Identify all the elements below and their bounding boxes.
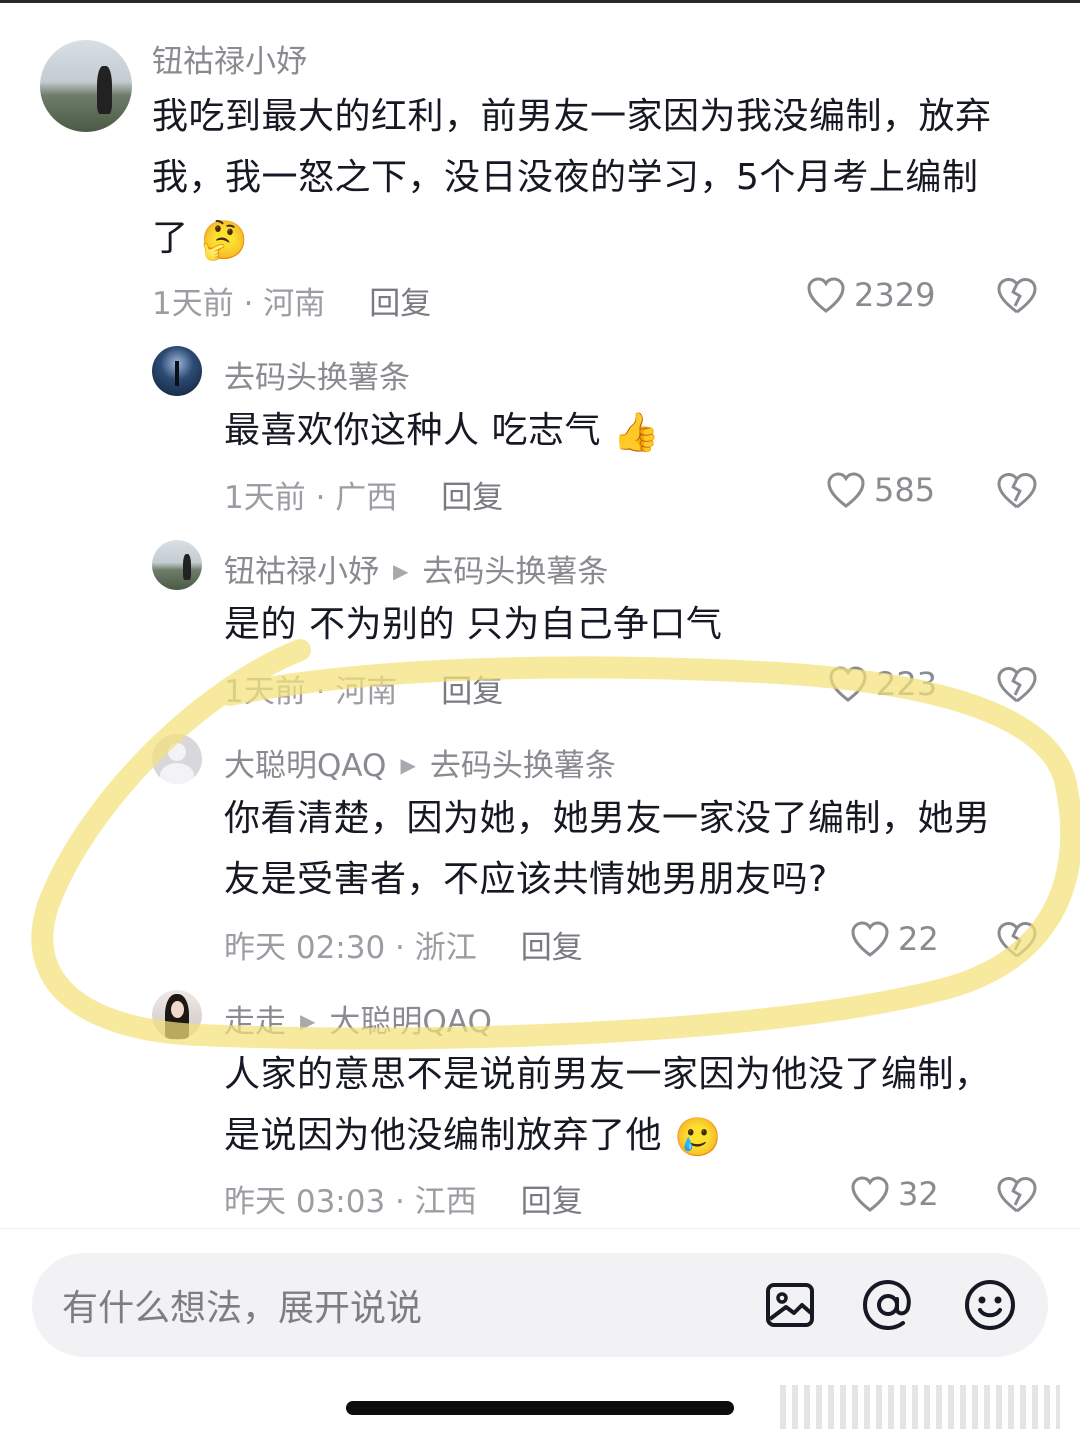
comment-meta: 昨天 03:03 · 江西 回复: [224, 1184, 583, 1220]
comment-input-bar: 有什么想法，展开说说: [0, 1228, 1080, 1441]
like-count: 223: [876, 665, 938, 703]
thumbs-up-emoji: 👍: [612, 409, 661, 454]
smile-tear-emoji: 🥲: [673, 1114, 722, 1159]
avatar[interactable]: [152, 734, 202, 784]
comment-username: 大聪明QAQ ▶ 去码头换薯条: [224, 740, 616, 785]
comment-meta: 1天前 · 广西 回复: [224, 480, 504, 516]
comment-location: 广西: [335, 480, 398, 516]
thinking-emoji: 🤔: [200, 217, 249, 262]
comment-time: 1天前: [224, 480, 306, 516]
comment-meta: 1天前 · 河南 回复: [224, 674, 504, 710]
reply-author[interactable]: 大聪明QAQ: [224, 748, 386, 784]
reply-author[interactable]: 钮祜禄小妤: [224, 554, 379, 590]
comment-meta: 1天前 · 河南 回复: [152, 286, 432, 322]
heart-icon: [851, 921, 889, 957]
comment-location: 浙江: [414, 930, 477, 966]
reply-arrow-icon: ▶: [393, 558, 409, 583]
comment-line: 人家的意思不是说前男友一家因为他没了编制，: [224, 1054, 991, 1095]
comment-line: 是说因为他没编制放弃了他 🥲: [224, 1105, 1044, 1168]
like-button[interactable]: 585: [826, 471, 935, 509]
broken-heart-icon[interactable]: [996, 471, 1038, 511]
reply-button[interactable]: 回复: [369, 286, 431, 322]
at-mention-icon[interactable]: [858, 1275, 918, 1335]
comment-line: 我，我一怒之下，没日没夜的学习，5个月考上编制: [152, 157, 979, 198]
comment-time: 1天前: [224, 674, 306, 710]
comment-username: 走走 ▶ 大聪明QAQ: [224, 996, 492, 1041]
like-button[interactable]: 32: [850, 1175, 939, 1213]
comment-input[interactable]: 有什么想法，展开说说: [32, 1253, 1048, 1357]
like-button[interactable]: 2329: [806, 276, 935, 314]
avatar[interactable]: [152, 540, 202, 590]
image-icon[interactable]: [760, 1275, 820, 1335]
reply-target[interactable]: 大聪明QAQ: [329, 1004, 491, 1040]
comment-text: 你看清楚，因为她，她男友一家没了编制，她男 友是受害者，不应该共情她男朋友吗?: [224, 788, 1044, 910]
avatar[interactable]: [152, 346, 202, 396]
like-button[interactable]: 223: [828, 665, 937, 703]
like-count: 22: [898, 920, 939, 958]
comment-line: 友是受害者，不应该共情她男朋友吗?: [224, 859, 828, 900]
broken-heart-icon[interactable]: [996, 920, 1038, 960]
broken-heart-icon[interactable]: [996, 276, 1038, 316]
avatar[interactable]: [152, 990, 202, 1040]
comment-meta: 昨天 02:30 · 浙江 回复: [224, 930, 583, 966]
comment-username[interactable]: 去码头换薯条: [224, 352, 410, 397]
like-count: 585: [874, 471, 936, 509]
comment-line: 是的 不为别的 只为自己争口气: [224, 604, 723, 645]
smiley-icon[interactable]: [960, 1275, 1020, 1335]
reply-button[interactable]: 回复: [521, 930, 583, 966]
comment-time: 昨天 02:30: [224, 930, 386, 966]
comment-time: 昨天 03:03: [224, 1184, 386, 1220]
comment-location: 河南: [335, 674, 398, 710]
watermark: [780, 1385, 1060, 1429]
comment-time: 1天前: [152, 286, 234, 322]
comment-text: 最喜欢你这种人 吃志气 👍: [224, 400, 1044, 463]
reply-target[interactable]: 去码头换薯条: [430, 748, 616, 784]
like-count: 32: [898, 1175, 939, 1213]
like-button[interactable]: 22: [850, 920, 939, 958]
reply-button[interactable]: 回复: [441, 480, 503, 516]
comment-text: 我吃到最大的红利，前男友一家因为我没编制，放弃 我，我一怒之下，没日没夜的学习，…: [152, 86, 1042, 271]
reply-button[interactable]: 回复: [521, 1184, 583, 1220]
comment-line: 了 🤔: [152, 208, 1042, 271]
comment-location: 江西: [414, 1184, 477, 1220]
comment-location: 河南: [263, 286, 326, 322]
reply-arrow-icon: ▶: [400, 752, 416, 777]
broken-heart-icon[interactable]: [996, 1175, 1038, 1215]
reply-author[interactable]: 走走: [224, 1004, 286, 1040]
like-count: 2329: [854, 276, 936, 314]
reply-target[interactable]: 去码头换薯条: [422, 554, 608, 590]
heart-icon: [851, 1176, 889, 1212]
reply-button[interactable]: 回复: [441, 674, 503, 710]
comment-line: 你看清楚，因为她，她男友一家没了编制，她男: [224, 798, 991, 839]
home-indicator[interactable]: [346, 1401, 734, 1415]
heart-icon: [807, 277, 845, 313]
comment-text: 是的 不为别的 只为自己争口气: [224, 594, 1044, 655]
comment-username: 钮祜禄小妤 ▶ 去码头换薯条: [224, 546, 608, 591]
top-border: [0, 0, 1080, 3]
avatar[interactable]: [40, 40, 132, 132]
comment-line: 我吃到最大的红利，前男友一家因为我没编制，放弃: [152, 96, 992, 137]
heart-icon: [827, 472, 865, 508]
input-placeholder: 有什么想法，展开说说: [62, 1288, 423, 1329]
comment-username[interactable]: 钮祜禄小妤: [152, 36, 307, 81]
comment-text: 人家的意思不是说前男友一家因为他没了编制， 是说因为他没编制放弃了他 🥲: [224, 1044, 1044, 1168]
broken-heart-icon[interactable]: [996, 665, 1038, 705]
reply-arrow-icon: ▶: [300, 1008, 316, 1033]
comment-line: 最喜欢你这种人 吃志气: [224, 410, 601, 451]
heart-icon: [829, 666, 867, 702]
